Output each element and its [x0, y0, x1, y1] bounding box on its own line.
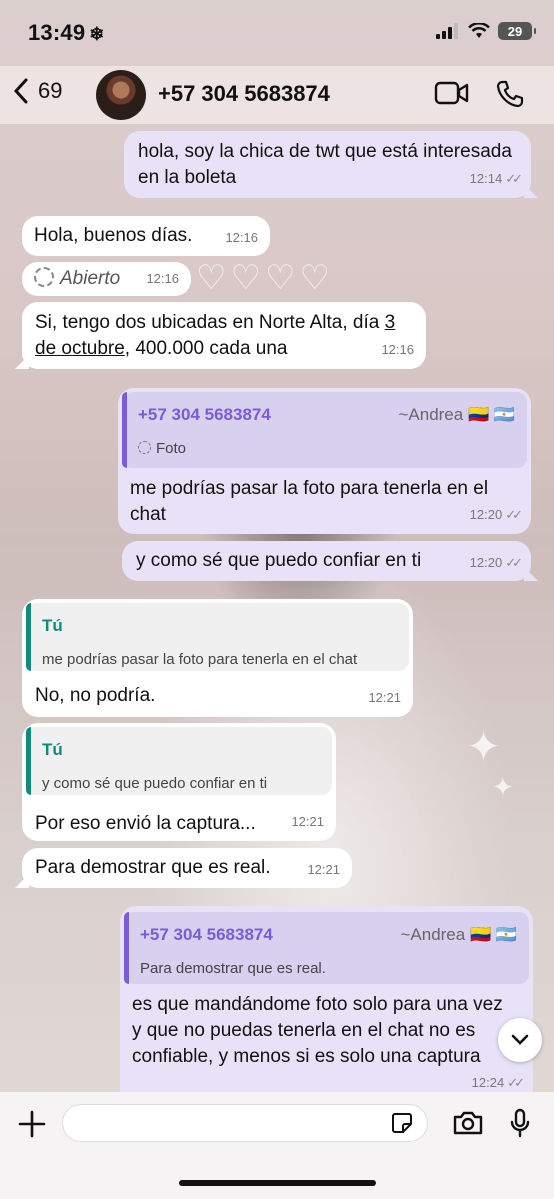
wallpaper-hearts: ♡♡♡♡ [196, 259, 334, 297]
signal-icon [436, 23, 458, 39]
quote-text: Para demostrar que es real. [140, 960, 326, 977]
quoted-message[interactable]: Tú y como sé que puedo confiar en ti [26, 727, 332, 795]
wallpaper-sparkle-small: ✦ [492, 772, 514, 802]
message-meta: 12:16 [146, 266, 179, 292]
back-button[interactable]: 69 [14, 78, 62, 104]
quote-text: me podrías pasar la foto para tenerla en… [42, 651, 358, 668]
message-time: 12:20 [469, 555, 503, 570]
quote-author: Tú [42, 616, 63, 635]
message-text: y como sé que puedo confiar en ti [136, 550, 422, 571]
quoted-message[interactable]: Tú me podrías pasar la foto para tenerla… [26, 603, 409, 671]
contact-name[interactable]: +57 304 5683874 [158, 81, 330, 107]
read-receipt-icon: ✓✓ [505, 507, 523, 522]
composer-bar [0, 1092, 554, 1199]
quote-bar [122, 392, 127, 468]
phone-icon[interactable] [496, 80, 524, 108]
message-text: Por eso envió la captura... [35, 813, 256, 834]
status-bar: 13:49 ❄ 29 [0, 0, 554, 66]
quote-alias: ~Andrea 🇨🇴 🇦🇷 [400, 925, 517, 944]
message-time: 12:21 [368, 690, 401, 705]
message-incoming[interactable]: Si, tengo dos ubicadas en Norte Alta, dí… [22, 302, 426, 369]
message-incoming-reply[interactable]: Tú me podrías pasar la foto para tenerla… [22, 599, 413, 717]
message-text: es que mandándome foto solo para una vez… [132, 994, 503, 1067]
quoted-message[interactable]: +57 304 5683874 ~Andrea 🇨🇴 🇦🇷 Para demos… [124, 912, 529, 984]
message-meta: 12:20 ✓✓ [469, 502, 523, 528]
message-meta: 12:21 [291, 809, 324, 835]
clock-text: 13:49 [28, 20, 86, 45]
quote-text: Foto [138, 436, 515, 462]
message-text: No, no podría. [35, 685, 156, 706]
back-chevron-icon [14, 78, 28, 104]
unread-count: 69 [38, 78, 63, 103]
quote-bar [124, 912, 129, 984]
message-time: 12:21 [291, 814, 324, 829]
message-outgoing[interactable]: y como sé que puedo confiar en ti 12:20 ✓… [122, 541, 531, 581]
scroll-to-bottom-button[interactable] [498, 1018, 542, 1062]
chevron-down-icon [511, 1034, 529, 1045]
quote-text-label: Foto [156, 440, 187, 457]
read-receipt-icon: ✓✓ [505, 555, 523, 570]
video-call-icon[interactable] [434, 80, 470, 106]
message-input[interactable] [62, 1104, 428, 1142]
battery-icon: 29 [498, 22, 536, 40]
battery-level: 29 [507, 23, 523, 39]
view-once-icon [34, 267, 54, 287]
sticker-icon[interactable] [391, 1112, 413, 1134]
message-meta: 12:21 [307, 857, 340, 883]
view-once-icon [138, 441, 151, 454]
message-meta: 12:20 ✓✓ [469, 550, 523, 576]
message-outgoing-reply[interactable]: +57 304 5683874 ~Andrea 🇨🇴 🇦🇷 Foto me po… [118, 388, 531, 534]
avatar[interactable] [96, 70, 146, 120]
quote-author: Tú [42, 740, 63, 759]
message-text: Si, tengo dos ubicadas en Norte Alta, dí… [35, 312, 385, 333]
message-time: 12:21 [307, 862, 340, 877]
quote-bar [26, 727, 31, 795]
message-text: Hola, buenos días. [34, 225, 193, 246]
message-meta: 12:16 [381, 337, 414, 363]
message-time: 12:16 [225, 230, 258, 245]
message-meta: 12:21 [368, 685, 401, 711]
quoted-message[interactable]: +57 304 5683874 ~Andrea 🇨🇴 🇦🇷 Foto [122, 392, 527, 468]
view-once-message[interactable]: Abierto 12:16 [22, 262, 191, 296]
read-receipt-icon: ✓✓ [505, 171, 523, 186]
message-incoming[interactable]: Para demostrar que es real. 12:21 [22, 848, 352, 888]
wifi-icon [468, 23, 490, 38]
wallpaper-sparkle: ✦ [466, 723, 502, 770]
message-text: Para demostrar que es real. [35, 857, 271, 878]
chat-header: 69 +57 304 5683874 [0, 66, 554, 124]
quote-bar [26, 603, 31, 671]
message-text: Abierto [60, 268, 121, 289]
message-text-end: , 400.000 cada una [124, 338, 288, 359]
quote-text: y como sé que puedo confiar en ti [42, 775, 268, 792]
message-meta: 12:14 ✓✓ [469, 166, 523, 192]
message-time: 12:20 [469, 507, 503, 522]
quote-alias: ~Andrea 🇨🇴 🇦🇷 [398, 405, 515, 424]
message-time: 12:16 [146, 271, 179, 286]
message-outgoing-reply[interactable]: +57 304 5683874 ~Andrea 🇨🇴 🇦🇷 Para demos… [120, 906, 533, 1106]
plus-icon[interactable] [18, 1110, 46, 1138]
message-text: me podrías pasar la foto para tenerla en… [130, 478, 489, 525]
message-outgoing[interactable]: hola, soy la chica de twt que está inter… [124, 131, 531, 198]
message-time: 12:16 [381, 342, 414, 357]
message-text: hola, soy la chica de twt que está inter… [138, 141, 512, 188]
snowflake-icon: ❄ [89, 24, 105, 44]
camera-icon[interactable] [452, 1110, 484, 1136]
message-meta: 12:16 [225, 225, 258, 251]
message-incoming-reply[interactable]: Tú y como sé que puedo confiar en ti Por… [22, 723, 336, 841]
microphone-icon[interactable] [510, 1108, 530, 1138]
message-incoming[interactable]: Hola, buenos días. 12:16 [22, 216, 270, 256]
message-time: 12:14 [469, 171, 503, 186]
status-time: 13:49 ❄ [28, 20, 105, 46]
home-indicator [179, 1180, 376, 1186]
